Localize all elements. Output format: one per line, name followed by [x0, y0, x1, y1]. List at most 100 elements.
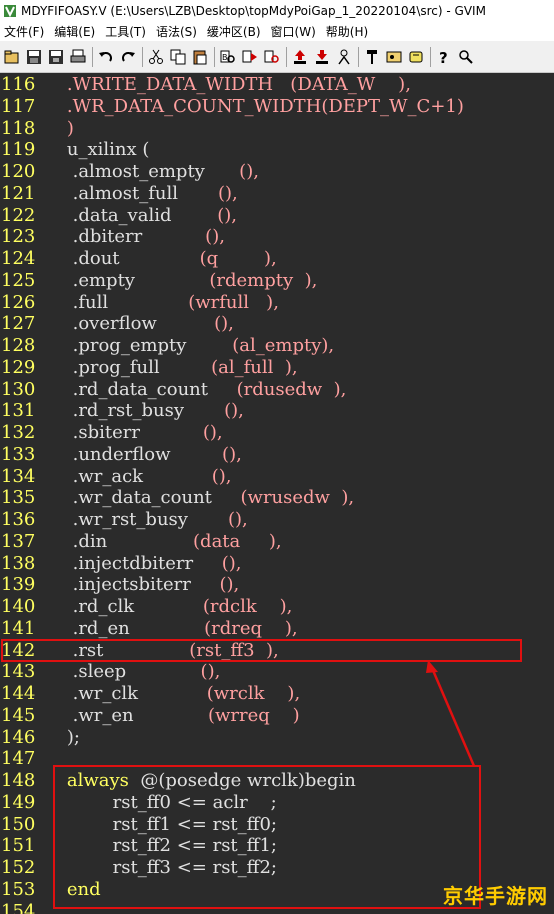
- paste-button[interactable]: [191, 47, 209, 67]
- port-name: .injectsbiterr: [44, 574, 220, 596]
- run-script-button[interactable]: [335, 47, 353, 67]
- save-button[interactable]: [25, 47, 43, 67]
- code-line[interactable]: 139 .injectsbiterr (),: [0, 574, 554, 596]
- code-line[interactable]: 136 .wr_rst_busy (),: [0, 509, 554, 531]
- line-number: 132: [1, 422, 36, 443]
- undo-button[interactable]: [97, 47, 115, 67]
- line-number: 119: [1, 139, 36, 161]
- code-line[interactable]: 135 .wr_data_count (wrusedw ),: [0, 487, 554, 509]
- code-line[interactable]: 123 .dbiterr (),: [0, 226, 554, 248]
- save-all-button[interactable]: [47, 47, 65, 67]
- help-button[interactable]: ?: [435, 47, 453, 67]
- port-connection: (),: [221, 552, 242, 574]
- menu-item-4[interactable]: 缓冲区(B): [206, 23, 270, 40]
- menu-item-2[interactable]: 工具(T): [104, 23, 155, 40]
- line-number: 117: [1, 95, 36, 117]
- line-number: 154: [1, 900, 36, 914]
- code-line[interactable]: 119 u_xilinx (: [0, 139, 554, 161]
- make-icon: [367, 49, 377, 64]
- line-number: 133: [1, 443, 36, 465]
- menu-item-5[interactable]: 窗口(W): [270, 23, 325, 40]
- code-line[interactable]: 144 .wr_clk (wrclk ),: [0, 683, 554, 705]
- code-line[interactable]: 122 .data_valid (),: [0, 205, 554, 227]
- port-name: .wr_clk: [44, 683, 207, 704]
- make-button[interactable]: [363, 47, 381, 67]
- line-number: 128: [1, 335, 36, 356]
- code-line[interactable]: 134 .wr_ack (),: [0, 466, 554, 488]
- port-name: .rd_rst_busy: [44, 400, 225, 422]
- port-connection: (al_full ),: [211, 356, 298, 378]
- code-line[interactable]: 116 .WRITE_DATA_WIDTH (DATA_W ),: [0, 74, 554, 96]
- save-session-button[interactable]: [313, 47, 331, 67]
- code-line[interactable]: 145 .wr_en (wrreq ): [0, 705, 554, 727]
- print-button[interactable]: [69, 47, 87, 67]
- port-connection: (al_empty),: [232, 335, 335, 356]
- code-text: .dbiterr (),: [44, 226, 225, 248]
- menu-item-0[interactable]: 文件(F): [3, 23, 53, 40]
- menu-item-1[interactable]: 编辑(E): [53, 23, 104, 40]
- line-number: 148: [1, 770, 36, 791]
- redo-icon: [122, 51, 135, 62]
- run-script-icon: [338, 49, 350, 64]
- code-text: .injectdbiterr (),: [44, 553, 242, 575]
- find-prev-button[interactable]: [263, 47, 281, 67]
- cut-button[interactable]: [147, 47, 165, 67]
- find-help-button[interactable]: [457, 47, 475, 67]
- port-name: .rd_data_count: [44, 378, 237, 400]
- shell-button[interactable]: [385, 47, 403, 67]
- line-number: 122: [1, 204, 36, 226]
- menu-item-6[interactable]: 帮助(H): [325, 23, 377, 40]
- port-connection: (),: [218, 182, 238, 204]
- code-line[interactable]: 125 .empty (rdempty ),: [0, 270, 554, 292]
- code-line[interactable]: 126 .full (wrfull ),: [0, 292, 554, 314]
- port-name: .data_valid: [44, 204, 218, 226]
- code-line[interactable]: 141 .rd_en (rdreq ),: [0, 618, 554, 640]
- code-text: .full (wrfull ),: [44, 292, 279, 314]
- copy-button[interactable]: [169, 47, 187, 67]
- code-line[interactable]: 133 .underflow (),: [0, 444, 554, 466]
- line-number: 134: [1, 465, 36, 487]
- find-replace-button[interactable]: B: [219, 47, 237, 67]
- redo-button[interactable]: [119, 47, 137, 67]
- toolbar: B?: [0, 41, 554, 73]
- code-text: .empty (rdempty ),: [44, 270, 318, 292]
- menu-item-3[interactable]: 语法(S): [155, 23, 206, 40]
- line-number: 151: [1, 835, 36, 857]
- code-line[interactable]: 127 .overflow (),: [0, 313, 554, 335]
- load-session-button[interactable]: [291, 47, 309, 67]
- code-line[interactable]: 117 .WR_DATA_COUNT_WIDTH(DEPT_W_C+1): [0, 96, 554, 118]
- code-text: .overflow (),: [44, 313, 234, 335]
- code-line[interactable]: 130 .rd_data_count (rdusedw ),: [0, 379, 554, 401]
- port-name: .dbiterr: [44, 226, 206, 248]
- code-text: .sbiterr (),: [44, 422, 223, 444]
- code-line[interactable]: 146 );: [0, 727, 554, 749]
- line-number: 130: [1, 378, 36, 400]
- port-connection: (),: [200, 661, 221, 683]
- port-connection: (),: [222, 443, 242, 465]
- tags-button[interactable]: [407, 47, 425, 67]
- code-line[interactable]: 120 .almost_empty (),: [0, 161, 554, 183]
- find-next-button[interactable]: [241, 47, 259, 67]
- code-line[interactable]: 143 .sleep (),: [0, 661, 554, 683]
- port-connection: (wrusedw ),: [240, 487, 355, 509]
- port-connection: (),: [205, 226, 225, 248]
- code-line[interactable]: 124 .dout (q ),: [0, 248, 554, 270]
- code-line[interactable]: 121 .almost_full (),: [0, 183, 554, 205]
- code-line[interactable]: 128 .prog_empty (al_empty),: [0, 335, 554, 357]
- code-line[interactable]: 140 .rd_clk (rdclk ),: [0, 596, 554, 618]
- code-line[interactable]: 138 .injectdbiterr (),: [0, 553, 554, 575]
- port-name: .rd_en: [44, 617, 205, 639]
- open-button[interactable]: [3, 47, 21, 67]
- line-number: 131: [1, 400, 36, 422]
- code-line[interactable]: 129 .prog_full (al_full ),: [0, 357, 554, 379]
- find-replace-icon: B: [220, 50, 235, 63]
- print-icon: [70, 49, 86, 62]
- line-number: 145: [1, 704, 36, 726]
- toolbar-separator: [286, 46, 287, 67]
- port-name: .almost_empty: [44, 161, 240, 182]
- port-connection: (rdusedw ),: [236, 378, 347, 400]
- code-line[interactable]: 132 .sbiterr (),: [0, 422, 554, 444]
- code-line[interactable]: 131 .rd_rst_busy (),: [0, 400, 554, 422]
- code-line[interactable]: 118 ): [0, 118, 554, 140]
- code-line[interactable]: 137 .din (data ),: [0, 531, 554, 553]
